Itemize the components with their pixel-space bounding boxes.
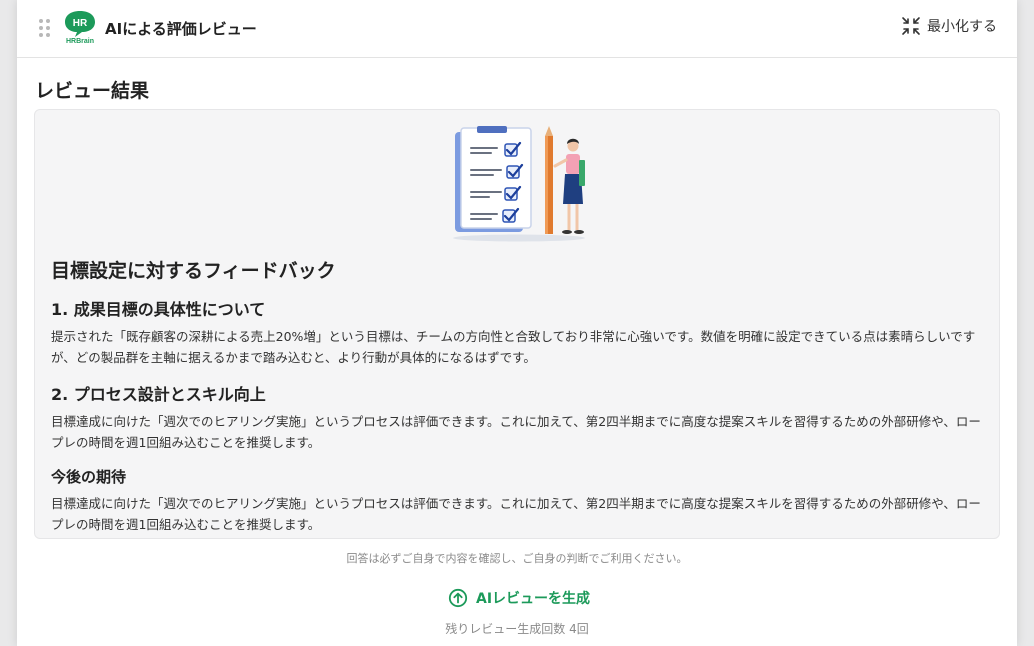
logo-wordmark: HRBrain bbox=[66, 38, 94, 45]
feedback-heading: 1. 成果目標の具体性について bbox=[51, 300, 266, 319]
checklist-illustration bbox=[453, 126, 585, 242]
ai-review-panel: HR HRBrain AIによる評価レビュー 最小化する レビュー結果 目標設定… bbox=[17, 0, 1017, 646]
drag-handle-icon[interactable] bbox=[37, 18, 53, 38]
feedback-body: 目標達成に向けた「週次でのヒアリング実施」というプロセスは評価できます。これに加… bbox=[51, 496, 981, 532]
minimize-label: 最小化する bbox=[927, 19, 997, 35]
feedback-body: 目標達成に向けた「週次でのヒアリング実施」というプロセスは評価できます。これに加… bbox=[51, 414, 981, 450]
section-title: レビュー結果 bbox=[35, 80, 150, 102]
feedback-block: 2. プロセス設計とスキル向上 目標達成に向けた「週次でのヒアリング実施」という… bbox=[51, 381, 991, 453]
arrow-up-circle-icon bbox=[448, 588, 468, 608]
feedback-block: 1. 成果目標の具体性について 提示された「既存顧客の深耕による売上20%増」と… bbox=[51, 296, 991, 368]
feedback-body: 提示された「既存顧客の深耕による売上20%増」という目標は、チームの方向性と合致… bbox=[51, 329, 976, 365]
generate-label: AIレビューを生成 bbox=[476, 591, 591, 607]
generate-ai-review-button[interactable]: AIレビューを生成 bbox=[448, 588, 590, 608]
feedback-heading: 2. プロセス設計とスキル向上 bbox=[51, 385, 266, 404]
hrbrain-logo: HR HRBrain bbox=[65, 11, 95, 45]
panel-header: HR HRBrain AIによる評価レビュー 最小化する bbox=[17, 0, 1017, 58]
feedback-heading: 今後の期待 bbox=[51, 468, 127, 486]
feedback-block: 今後の期待 目標達成に向けた「週次でのヒアリング実施」というプロセスは評価できま… bbox=[51, 466, 991, 535]
review-result-card: 目標設定に対するフィードバック 1. 成果目標の具体性について 提示された「既存… bbox=[34, 109, 1000, 539]
logo-mark-text: HR bbox=[73, 18, 88, 29]
feedback-title: 目標設定に対するフィードバック bbox=[51, 260, 336, 282]
minimize-button[interactable]: 最小化する bbox=[901, 16, 997, 36]
remaining-count-text: 残りレビュー生成回数 4回 bbox=[445, 622, 589, 636]
app-title: AIによる評価レビュー bbox=[105, 20, 257, 38]
minimize-icon bbox=[902, 17, 920, 35]
disclaimer-text: 回答は必ずご自身で内容を確認し、ご自身の判断でご利用ください。 bbox=[346, 552, 688, 565]
